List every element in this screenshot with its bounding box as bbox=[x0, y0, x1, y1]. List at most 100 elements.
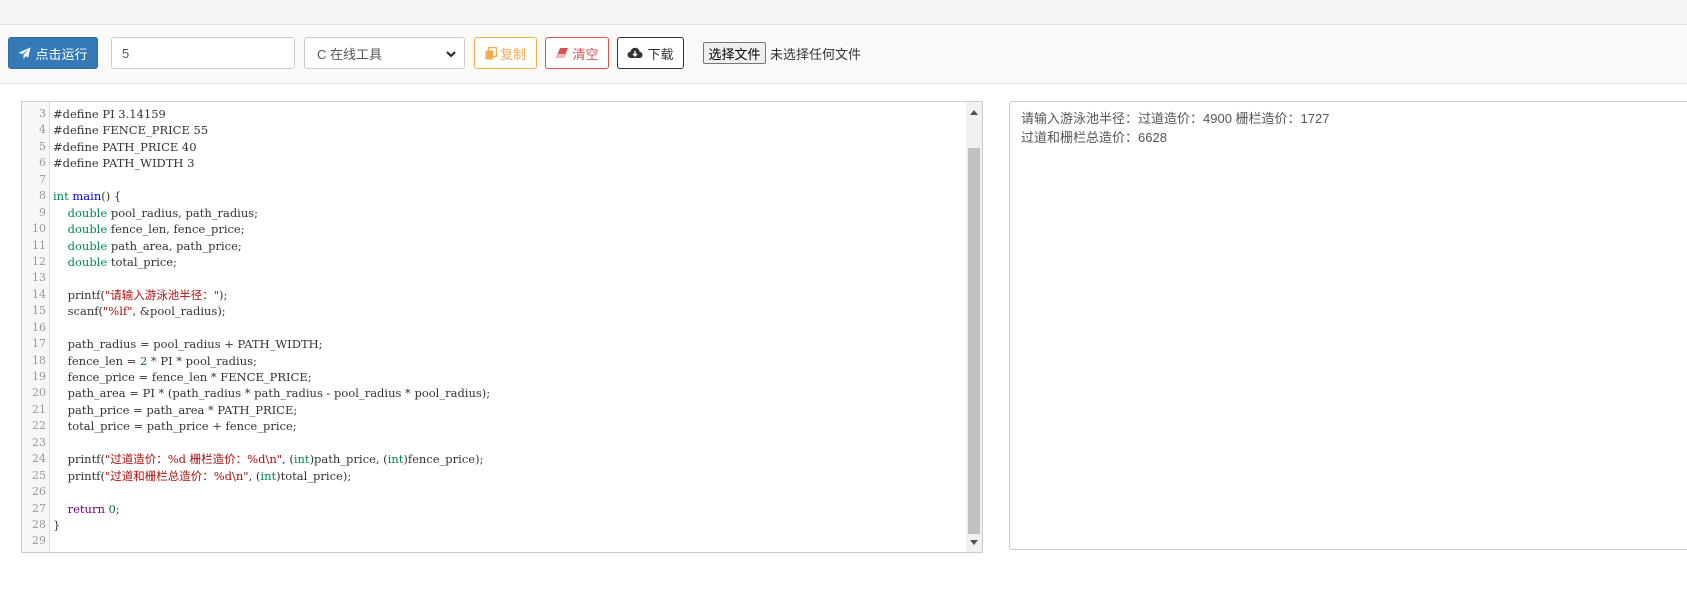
code-text: #define FENCE_PRICE 55 bbox=[53, 122, 208, 138]
code-line[interactable]: 28} bbox=[22, 517, 967, 533]
line-number: 18 bbox=[32, 353, 46, 367]
line-number: 6 bbox=[39, 156, 46, 170]
line-number: 3 bbox=[39, 107, 46, 120]
code-token: * PI * pool_radius; bbox=[147, 353, 257, 368]
eraser-icon bbox=[555, 47, 569, 59]
code-line[interactable]: 25 printf("过道和栅栏总造价：%d\n", (int)total_pr… bbox=[22, 468, 967, 484]
code-line[interactable]: 14 printf("请输入游泳池半径："); bbox=[22, 287, 967, 303]
code-text: printf("过道造价：%d 栅栏造价：%d\n", (int)path_pr… bbox=[53, 451, 484, 467]
code-text: printf("过道和栅栏总造价：%d\n", (int)total_price… bbox=[53, 468, 352, 484]
code-token: } bbox=[53, 517, 61, 532]
editor-scrollbar[interactable] bbox=[966, 102, 982, 552]
scroll-thumb[interactable] bbox=[968, 148, 980, 534]
code-token: ; bbox=[115, 501, 120, 516]
code-token: printf( bbox=[53, 452, 105, 467]
code-line[interactable]: 23 bbox=[22, 435, 967, 451]
code-line[interactable]: 29 bbox=[22, 533, 967, 549]
clear-button-label: 清空 bbox=[572, 46, 599, 62]
download-button[interactable]: 下载 bbox=[617, 37, 684, 69]
code-line[interactable]: 15 scanf("%lf", &pool_radius); bbox=[22, 303, 967, 319]
code-line[interactable]: 21 path_price = path_area * PATH_PRICE; bbox=[22, 402, 967, 418]
choose-file-button[interactable]: 选择文件 bbox=[703, 42, 766, 64]
top-strip bbox=[0, 0, 1687, 25]
code-token: #define FENCE_PRICE 55 bbox=[53, 123, 209, 138]
scroll-up-arrow-icon[interactable] bbox=[966, 104, 982, 120]
line-number: 22 bbox=[32, 419, 46, 433]
code-text: fence_len = 2 * PI * pool_radius; bbox=[53, 353, 257, 369]
code-line[interactable]: 26 bbox=[22, 484, 967, 500]
line-number: 21 bbox=[32, 402, 46, 416]
language-select[interactable]: C 在线工具 bbox=[304, 37, 465, 69]
code-line[interactable]: 7 bbox=[22, 172, 967, 188]
stdin-input[interactable] bbox=[111, 37, 295, 69]
file-status-text: 未选择任何文件 bbox=[770, 47, 862, 62]
line-number: 23 bbox=[32, 435, 46, 449]
code-line[interactable]: 27 return 0; bbox=[22, 501, 967, 517]
copy-button[interactable]: 复制 bbox=[474, 37, 537, 69]
code-line[interactable]: 18 fence_len = 2 * PI * pool_radius; bbox=[22, 353, 967, 369]
code-token: () { bbox=[101, 189, 122, 204]
download-button-label: 下载 bbox=[647, 46, 674, 62]
code-line[interactable]: 13 bbox=[22, 270, 967, 286]
code-text: return 0; bbox=[53, 501, 120, 517]
code-token: printf( bbox=[53, 287, 105, 302]
code-token: #define PI 3.14159 bbox=[53, 107, 166, 121]
code-line[interactable]: 3 #define PI 3.14159 bbox=[22, 106, 967, 122]
line-number: 14 bbox=[32, 287, 46, 301]
code-token: path_area, path_price; bbox=[107, 238, 242, 253]
code-token: , ( bbox=[282, 452, 294, 467]
code-line[interactable]: 20 path_area = PI * (path_radius * path_… bbox=[22, 385, 967, 401]
code-line[interactable]: 19 fence_price = fence_len * FENCE_PRICE… bbox=[22, 369, 967, 385]
paper-plane-icon bbox=[18, 46, 32, 60]
code-text: path_price = path_area * PATH_PRICE; bbox=[53, 402, 298, 418]
line-number: 9 bbox=[39, 205, 46, 219]
code-token: fence_len, fence_price; bbox=[107, 222, 245, 237]
code-text: printf("请输入游泳池半径："); bbox=[53, 287, 228, 303]
code-token: #define PATH_WIDTH 3 bbox=[53, 156, 195, 171]
code-line[interactable]: 8 int main() { bbox=[22, 188, 967, 204]
code-token: total_price; bbox=[107, 254, 177, 269]
language-select-value: C 在线工具 bbox=[317, 46, 383, 62]
code-token: scanf( bbox=[53, 304, 103, 319]
code-line[interactable]: 17 path_radius = pool_radius + PATH_WIDT… bbox=[22, 336, 967, 352]
code-token: )fence_price); bbox=[403, 452, 484, 467]
code-token: printf( bbox=[53, 468, 105, 483]
code-line[interactable]: 22 total_price = path_price + fence_pric… bbox=[22, 418, 967, 434]
code-token: double bbox=[67, 238, 108, 253]
code-token: total_price = path_price + fence_price; bbox=[53, 419, 297, 434]
code-editor[interactable]: 3 #define PI 3.14159 4 #define FENCE_PRICE … bbox=[21, 101, 983, 553]
code-token: "过道造价：%d 栅栏造价：%d\n" bbox=[104, 452, 283, 467]
code-token: int bbox=[293, 452, 310, 467]
code-line[interactable]: 16 bbox=[22, 320, 967, 336]
code-line[interactable]: 5 #define PATH_PRICE 40 bbox=[22, 139, 967, 155]
code-line[interactable]: 11 double path_area, path_price; bbox=[22, 238, 967, 254]
code-line[interactable]: 24 printf("过道造价：%d 栅栏造价：%d\n", (int)path… bbox=[22, 451, 967, 467]
code-line[interactable]: 12 double total_price; bbox=[22, 254, 967, 270]
code-text: double pool_radius, path_radius; bbox=[53, 205, 258, 221]
scroll-down-arrow-icon[interactable] bbox=[966, 534, 982, 550]
line-number: 17 bbox=[32, 337, 46, 351]
line-number: 16 bbox=[32, 320, 46, 334]
code-token: , ( bbox=[248, 468, 261, 483]
code-line[interactable]: 4 #define FENCE_PRICE 55 bbox=[22, 122, 967, 138]
run-button[interactable]: 点击运行 bbox=[8, 37, 98, 69]
code-token: double bbox=[67, 254, 108, 269]
code-token: #define PATH_PRICE 40 bbox=[53, 139, 197, 154]
copy-icon bbox=[485, 46, 497, 60]
code-token: fence_len = bbox=[53, 353, 140, 368]
code-area[interactable]: 3 #define PI 3.14159 4 #define FENCE_PRICE … bbox=[22, 106, 967, 550]
code-line[interactable]: 10 double fence_len, fence_price; bbox=[22, 221, 967, 237]
code-line[interactable]: 9 double pool_radius, path_radius; bbox=[22, 205, 967, 221]
code-text: int main() { bbox=[53, 188, 121, 204]
line-number: 11 bbox=[32, 238, 46, 252]
code-token: "请输入游泳池半径：" bbox=[104, 287, 220, 302]
code-text: scanf("%lf", &pool_radius); bbox=[53, 303, 226, 319]
clear-button[interactable]: 清空 bbox=[545, 37, 609, 69]
code-token: path_radius = pool_radius + PATH_WIDTH; bbox=[53, 337, 323, 352]
code-line[interactable]: 6 #define PATH_WIDTH 3 bbox=[22, 155, 967, 171]
code-text: total_price = path_price + fence_price; bbox=[53, 418, 297, 434]
line-number: 20 bbox=[32, 386, 46, 400]
